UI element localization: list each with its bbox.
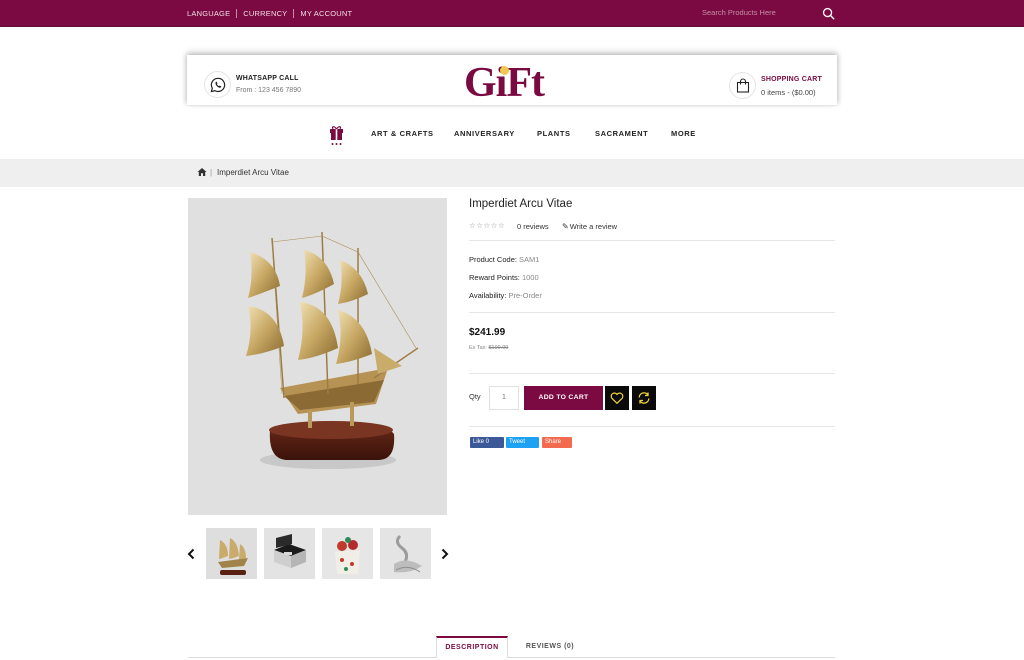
search-icon[interactable] bbox=[822, 7, 835, 20]
product-code-label: Product Code: bbox=[469, 255, 517, 264]
cart-summary[interactable]: 0 items - ($0.00) bbox=[761, 88, 816, 97]
sailing-ship-model-image bbox=[246, 231, 419, 469]
thumbnail-image bbox=[322, 528, 373, 579]
chevron-left-icon[interactable] bbox=[186, 548, 196, 560]
ex-tax-label: Ex Tax: bbox=[469, 345, 487, 351]
facebook-like-label: Like 0 bbox=[473, 439, 490, 445]
nav-item-more[interactable]: MORE bbox=[671, 129, 696, 138]
gift-icon[interactable] bbox=[328, 124, 345, 146]
compare-button[interactable] bbox=[632, 386, 656, 410]
product-code-value: SAM1 bbox=[519, 255, 540, 264]
share-label: Share bbox=[545, 439, 562, 445]
whatsapp-button[interactable] bbox=[204, 71, 231, 98]
ex-tax-price: Ex Tax: $199.99 bbox=[469, 345, 508, 351]
thumbnail-ship[interactable] bbox=[206, 528, 257, 579]
home-icon[interactable] bbox=[197, 167, 207, 177]
cart-button[interactable] bbox=[729, 72, 756, 99]
divider bbox=[469, 312, 835, 313]
tab-reviews[interactable]: REVIEWS (0) bbox=[515, 636, 585, 658]
divider bbox=[236, 9, 238, 18]
divider bbox=[469, 373, 835, 374]
divider bbox=[293, 9, 295, 18]
reviews-link[interactable]: 0 reviews bbox=[517, 222, 549, 231]
reward-points-row: Reward Points: 1000 bbox=[469, 273, 539, 282]
thumbnail-swan[interactable] bbox=[380, 528, 431, 579]
breadcrumb bbox=[0, 159, 1024, 187]
thumbnail-flower-basket[interactable] bbox=[322, 528, 373, 579]
tweet-label: Tweet bbox=[509, 439, 526, 445]
whatsapp-icon bbox=[210, 77, 226, 93]
search-input[interactable]: Search Products Here bbox=[702, 8, 776, 17]
tab-description[interactable]: DESCRIPTION bbox=[436, 636, 508, 658]
cart-title[interactable]: SHOPPING CART bbox=[761, 76, 822, 83]
reward-points-value: 1000 bbox=[521, 273, 539, 282]
reward-points-label: Reward Points: bbox=[469, 273, 520, 282]
logo-flower-icon bbox=[500, 66, 509, 75]
heart-icon bbox=[610, 392, 624, 405]
pencil-icon: ✎ bbox=[562, 222, 569, 231]
breadcrumb-current[interactable]: Imperdiet Arcu Vitae bbox=[217, 168, 289, 177]
product-code-row: Product Code: SAM1 bbox=[469, 255, 539, 264]
divider bbox=[469, 426, 835, 427]
top-links: LANGUAGE CURRENCY MY ACCOUNT bbox=[187, 9, 352, 18]
rating-stars: ☆☆☆☆☆ bbox=[469, 221, 506, 230]
breadcrumb-separator: | bbox=[210, 168, 213, 177]
availability-row: Availability: Pre-Order bbox=[469, 291, 542, 300]
availability-label: Availability: bbox=[469, 291, 507, 300]
currency-link[interactable]: CURRENCY bbox=[243, 9, 287, 18]
tweet-button[interactable]: Tweet bbox=[506, 437, 539, 448]
product-title: Imperdiet Arcu Vitae bbox=[469, 198, 573, 210]
qty-label: Qty bbox=[469, 392, 481, 401]
add-to-cart-button[interactable]: ADD TO CART bbox=[524, 386, 603, 410]
availability-value: Pre-Order bbox=[508, 291, 542, 300]
nav-item-art-crafts[interactable]: ART & CRAFTS bbox=[371, 129, 434, 138]
nav-item-sacrament[interactable]: SACRAMENT bbox=[595, 129, 648, 138]
write-review-link[interactable]: ✎Write a review bbox=[562, 222, 617, 231]
thumbnail-image bbox=[380, 528, 431, 579]
whatsapp-number: From : 123 456 7890 bbox=[236, 87, 301, 94]
my-account-link[interactable]: MY ACCOUNT bbox=[300, 9, 352, 18]
thumbnail-gift-box[interactable] bbox=[264, 528, 315, 579]
site-logo[interactable]: GiFt bbox=[464, 60, 560, 106]
tabs-divider bbox=[188, 657, 835, 658]
ex-tax-value: $199.99 bbox=[488, 345, 509, 351]
top-bar: LANGUAGE CURRENCY MY ACCOUNT Search Prod… bbox=[0, 0, 1024, 27]
shopping-bag-icon bbox=[736, 78, 750, 93]
product-main-image[interactable] bbox=[188, 198, 447, 515]
write-review-label: Write a review bbox=[569, 222, 618, 231]
chevron-right-icon[interactable] bbox=[440, 548, 450, 560]
share-button[interactable]: Share bbox=[542, 437, 572, 448]
thumbnail-image bbox=[264, 528, 315, 579]
facebook-like-button[interactable]: Like 0 bbox=[470, 437, 504, 448]
wishlist-button[interactable] bbox=[605, 386, 629, 410]
refresh-icon bbox=[638, 392, 650, 404]
nav-item-anniversary[interactable]: ANNIVERSARY bbox=[454, 129, 515, 138]
quantity-input[interactable]: 1 bbox=[489, 386, 519, 410]
nav-item-plants[interactable]: PLANTS bbox=[537, 129, 571, 138]
product-price: $241.99 bbox=[469, 327, 506, 338]
divider bbox=[469, 240, 835, 241]
language-link[interactable]: LANGUAGE bbox=[187, 9, 230, 18]
whatsapp-title: WHATSAPP CALL bbox=[236, 75, 299, 82]
thumbnail-image bbox=[206, 528, 257, 579]
